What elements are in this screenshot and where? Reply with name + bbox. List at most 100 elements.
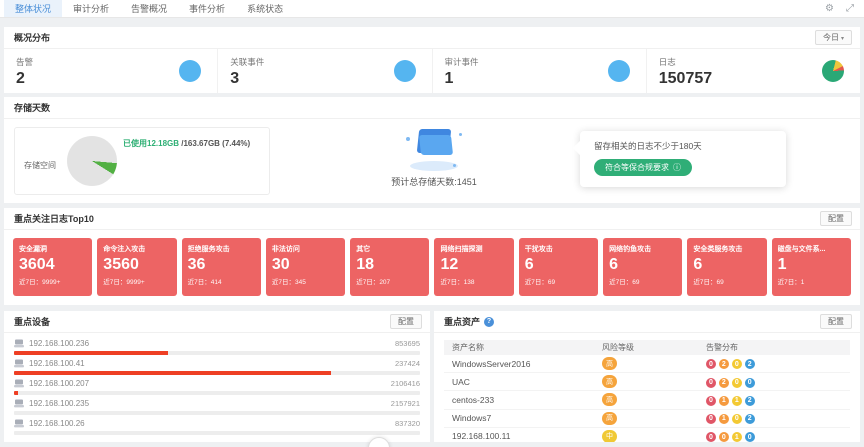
asset-row: WindowsServer2016 高 0202 [444, 355, 850, 373]
compliance-tip-card: 留存相关的日志不少于180天 符合等保合规要求 ⓘ [580, 131, 786, 187]
tab-event-analysis[interactable]: 事件分析 [178, 0, 236, 17]
log-card-name: 网络钓鱼攻击 [609, 244, 676, 254]
devices-config-button[interactable]: 配置 [390, 314, 422, 329]
log-recent-value: 69 [717, 279, 724, 286]
alarm-badge-high: 1 [719, 414, 729, 424]
gear-icon[interactable]: ⚙ [825, 4, 834, 14]
log-card-value: 6 [609, 254, 676, 276]
alarm-badge-medium: 0 [732, 414, 742, 424]
device-bar-track [14, 431, 420, 435]
storage-title: 存储天数 [14, 101, 50, 114]
storage-section: 存储天数 存储空间 已使用12.18GB /163.67GB (7.44%) 预… [4, 97, 860, 203]
alarm-badge-critical: 0 [706, 378, 716, 388]
storage-days-text: 预计总存储天数:1451 [391, 175, 477, 188]
log-card-name: 安全类服务攻击 [693, 244, 760, 254]
log-recent-label: 近7日： [188, 279, 211, 286]
alarm-badge-critical: 0 [706, 432, 716, 442]
device-value: 837320 [395, 419, 420, 428]
storage-days-block: 预计总存储天数:1451 [304, 125, 564, 188]
stat-card-correlated-events: 关联事件 3 [217, 49, 431, 93]
tab-system-status[interactable]: 系统状态 [236, 0, 294, 17]
log-card-name: 安全漏洞 [19, 244, 86, 254]
alarm-badge-critical: 0 [706, 414, 716, 424]
top-logs-row: 安全漏洞 3604 近7日：9999+ 命令注入攻击 3560 近7日：9999… [4, 230, 860, 305]
overview-title: 概况分布 [14, 31, 50, 44]
device-icon [14, 379, 24, 388]
log-card: 拒绝服务攻击 36 近7日：414 [182, 238, 261, 296]
tab-overall-status[interactable]: 整体状况 [4, 0, 62, 17]
alarm-badge-low: 2 [745, 414, 755, 424]
device-row: 192.168.100.26 837320 [14, 415, 420, 435]
device-value: 853695 [395, 339, 420, 348]
device-ip: 192.168.100.235 [29, 399, 89, 408]
storage-total-text: /163.67GB (7.44%) [179, 139, 250, 148]
asset-name: centos-233 [444, 395, 602, 405]
device-row: 192.168.100.236 853695 [14, 335, 420, 355]
column-risk-level: 风险等级 [602, 342, 706, 353]
log-recent-label: 近7日： [440, 279, 463, 286]
risk-badge: 高 [602, 412, 617, 425]
asset-row: Windows7 高 0102 [444, 410, 850, 428]
log-recent-value: 1 [801, 279, 805, 286]
asset-name: WindowsServer2016 [444, 359, 602, 369]
alarm-badge-critical: 0 [706, 396, 716, 406]
assets-table-header: 资产名称 风险等级 告警分布 [444, 340, 850, 355]
log-recent-label: 近7日： [525, 279, 548, 286]
help-icon[interactable]: ? [484, 317, 494, 327]
device-row: 192.168.100.41 237424 [14, 355, 420, 375]
event-circle-icon [394, 60, 416, 82]
stat-label: 告警 [16, 56, 33, 68]
log-recent-label: 近7日： [778, 279, 801, 286]
tab-audit-analysis[interactable]: 审计分析 [62, 0, 120, 17]
alarm-badge-high: 0 [719, 432, 729, 442]
risk-badge: 高 [602, 357, 617, 370]
alarm-badge-high: 1 [719, 396, 729, 406]
tab-alert-overview[interactable]: 告警概况 [120, 0, 178, 17]
overview-section: 概况分布 今日▾ 告警 2 关联事件 3 审计事件 1 [4, 27, 860, 93]
stat-value: 2 [16, 71, 33, 87]
chevron-down-icon: ▾ [841, 36, 844, 42]
device-value: 237424 [395, 359, 420, 368]
alarm-badge-medium: 0 [732, 378, 742, 388]
log-card-value: 36 [188, 254, 255, 276]
log-card-name: 命令注入攻击 [103, 244, 170, 254]
alarm-badge-high: 2 [719, 359, 729, 369]
log-card: 磁盘与文件系... 1 近7日：1 [772, 238, 851, 296]
assets-title: 重点资产 [444, 315, 480, 328]
stat-card-alerts: 告警 2 [4, 49, 217, 93]
compliance-badge-label: 符合等保合规要求 [605, 162, 669, 173]
log-recent-label: 近7日： [19, 279, 42, 286]
device-value: 2157921 [391, 399, 420, 408]
key-assets-section: 重点资产 ? 配置 资产名称 风险等级 告警分布 WindowsServer20… [434, 311, 860, 442]
log-card: 干扰攻击 6 近7日：69 [519, 238, 598, 296]
period-selector[interactable]: 今日▾ [815, 30, 852, 45]
top-logs-config-button[interactable]: 配置 [820, 211, 852, 226]
storage-space-card: 存储空间 已使用12.18GB /163.67GB (7.44%) [14, 127, 270, 195]
alarm-badge-low: 2 [745, 396, 755, 406]
info-icon: ⓘ [673, 162, 681, 173]
device-icon [14, 419, 24, 428]
expand-icon[interactable]: ⤢ [846, 4, 854, 14]
compliance-badge-button[interactable]: 符合等保合规要求 ⓘ [594, 159, 692, 176]
log-recent-value: 345 [295, 279, 306, 286]
log-recent-value: 414 [211, 279, 222, 286]
log-recent-label: 近7日： [356, 279, 379, 286]
storage-used-text: 已使用12.18GB [123, 139, 179, 148]
device-icon [14, 399, 24, 408]
log-card-value: 18 [356, 254, 423, 276]
log-pie-icon [822, 60, 844, 82]
top-logs-section: 重点关注日志Top10 配置 安全漏洞 3604 近7日：9999+ 命令注入攻… [4, 208, 860, 305]
log-card-name: 拒绝服务攻击 [188, 244, 255, 254]
alarm-badge-low: 2 [745, 359, 755, 369]
alarm-badge-medium: 1 [732, 396, 742, 406]
log-card-name: 干扰攻击 [525, 244, 592, 254]
log-card-value: 3604 [19, 254, 86, 276]
asset-name: 192.168.100.11 [444, 431, 602, 441]
stat-label: 日志 [659, 56, 712, 68]
log-card: 非法访问 30 近7日：345 [266, 238, 345, 296]
compliance-tip-text: 留存相关的日志不少于180天 [594, 140, 772, 152]
stat-label: 关联事件 [230, 56, 264, 68]
assets-config-button[interactable]: 配置 [820, 314, 852, 329]
log-recent-value: 69 [548, 279, 555, 286]
audit-circle-icon [608, 60, 630, 82]
